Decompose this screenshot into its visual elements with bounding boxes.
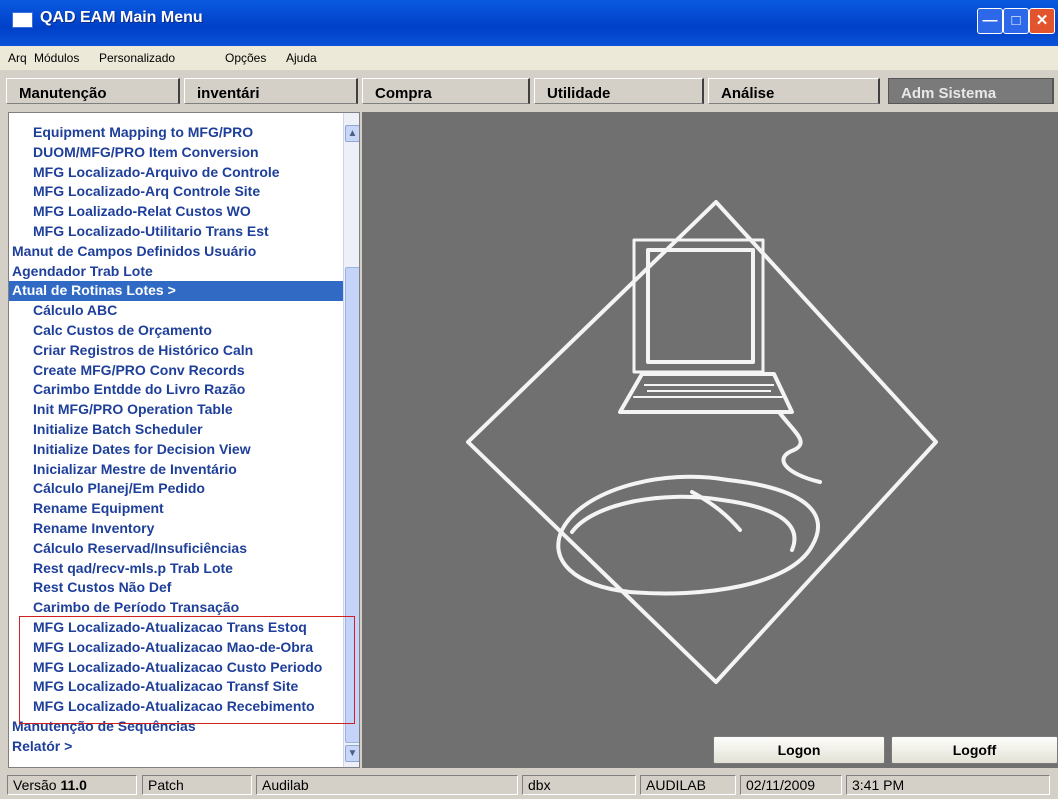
menu-list-item[interactable]: Criar Registros de Histórico Caln (9, 341, 343, 361)
window-title: QAD EAM Main Menu (40, 9, 203, 26)
menu-modulos[interactable]: Módulos (34, 51, 79, 65)
menu-list-item[interactable]: MFG Loalizado-Relat Custos WO (9, 202, 343, 222)
tab-adm-sistema[interactable]: Adm Sistema (888, 78, 1054, 104)
highlight-annotation-box (19, 616, 355, 724)
menu-list-item[interactable]: Init MFG/PRO Operation Table (9, 400, 343, 420)
status-user: AUDILAB (640, 775, 736, 795)
module-tab-bar: Manutenção inventári Compra Utilidade An… (0, 72, 1058, 106)
status-date: 02/11/2009 (740, 775, 842, 795)
scroll-up-button[interactable]: ▲ (345, 125, 359, 142)
status-version: Versão 11.0 (7, 775, 137, 795)
menu-arq[interactable]: Arq (8, 51, 27, 65)
tab-analise[interactable]: Análise (708, 78, 880, 104)
menu-list-item[interactable]: Initialize Dates for Decision View (9, 440, 343, 460)
status-bar: Versão 11.0 Patch Audilab dbx AUDILAB 02… (0, 770, 1058, 799)
menu-opcoes[interactable]: Opções (225, 51, 266, 65)
menu-personalizado[interactable]: Personalizado (99, 51, 175, 65)
tab-compra[interactable]: Compra (362, 78, 530, 104)
title-bar[interactable]: QAD EAM Main Menu — □ ✕ (0, 0, 1058, 46)
menu-list-item[interactable]: Initialize Batch Scheduler (9, 420, 343, 440)
menu-list-item[interactable]: Rest Custos Não Def (9, 578, 343, 598)
logon-button[interactable]: Logon (713, 736, 885, 764)
menu-list-item[interactable]: MFG Localizado-Arquivo de Controle (9, 163, 343, 183)
scroll-down-button[interactable]: ▼ (345, 745, 359, 762)
menu-list-item[interactable]: MFG Localizado-Utilitario Trans Est (9, 222, 343, 242)
status-time: 3:41 PM (846, 775, 1050, 795)
menu-list-item[interactable]: Manut de Campos Definidos Usuário (9, 242, 343, 262)
menu-list-item[interactable]: Atual de Rotinas Lotes > (9, 281, 343, 302)
splash-panel (362, 112, 1058, 768)
status-patch: Patch (142, 775, 252, 795)
computer-mouse-illustration (466, 200, 938, 684)
close-icon: ✕ (1035, 12, 1049, 29)
menu-list-item[interactable]: Cálculo Reservad/Insuficiências (9, 539, 343, 559)
chevron-down-icon: ▼ (347, 748, 358, 759)
logoff-button[interactable]: Logoff (891, 736, 1058, 764)
menu-list-item[interactable]: Calc Custos de Orçamento (9, 321, 343, 341)
tab-inventario[interactable]: inventári (184, 78, 358, 104)
menu-list-item[interactable]: Cálculo ABC (9, 301, 343, 321)
version-label: Versão (13, 777, 57, 793)
menu-ajuda[interactable]: Ajuda (286, 51, 317, 65)
status-company: Audilab (256, 775, 518, 795)
menu-list-item[interactable]: Carimbo Entdde do Livro Razão (9, 380, 343, 400)
menu-list-item[interactable]: Equipment Mapping to MFG/PRO (9, 123, 343, 143)
menu-list-item[interactable]: Rename Equipment (9, 499, 343, 519)
minimize-button[interactable]: — (977, 8, 1003, 34)
menu-list-item[interactable]: Agendador Trab Lote (9, 262, 343, 282)
menu-list-item[interactable]: Create MFG/PRO Conv Records (9, 361, 343, 381)
close-button[interactable]: ✕ (1029, 8, 1055, 34)
app-window-icon (12, 12, 33, 28)
menu-list-item[interactable]: Carimbo de Período Transação (9, 598, 343, 618)
menu-list-item[interactable]: MFG Localizado-Arq Controle Site (9, 182, 343, 202)
menu-list-item[interactable]: Rename Inventory (9, 519, 343, 539)
tab-manutencao[interactable]: Manutenção (6, 78, 180, 104)
menu-list-item[interactable]: Inicializar Mestre de Inventário (9, 460, 343, 480)
minimize-icon: — (982, 12, 998, 29)
maximize-button[interactable]: □ (1003, 8, 1029, 34)
menu-list-item[interactable]: Relatór > (9, 737, 343, 757)
version-number: 11.0 (60, 777, 87, 793)
menu-list-item[interactable]: Rest qad/recv-mls.p Trab Lote (9, 559, 343, 579)
menu-bar: Arq Módulos Personalizado Opções Ajuda (0, 46, 1058, 70)
menu-list-item[interactable]: Cálculo Planej/Em Pedido (9, 479, 343, 499)
menu-list-item[interactable]: DUOM/MFG/PRO Item Conversion (9, 143, 343, 163)
chevron-up-icon: ▲ (347, 128, 358, 139)
maximize-icon: □ (1011, 12, 1021, 29)
tab-utilidade[interactable]: Utilidade (534, 78, 704, 104)
status-database: dbx (522, 775, 636, 795)
